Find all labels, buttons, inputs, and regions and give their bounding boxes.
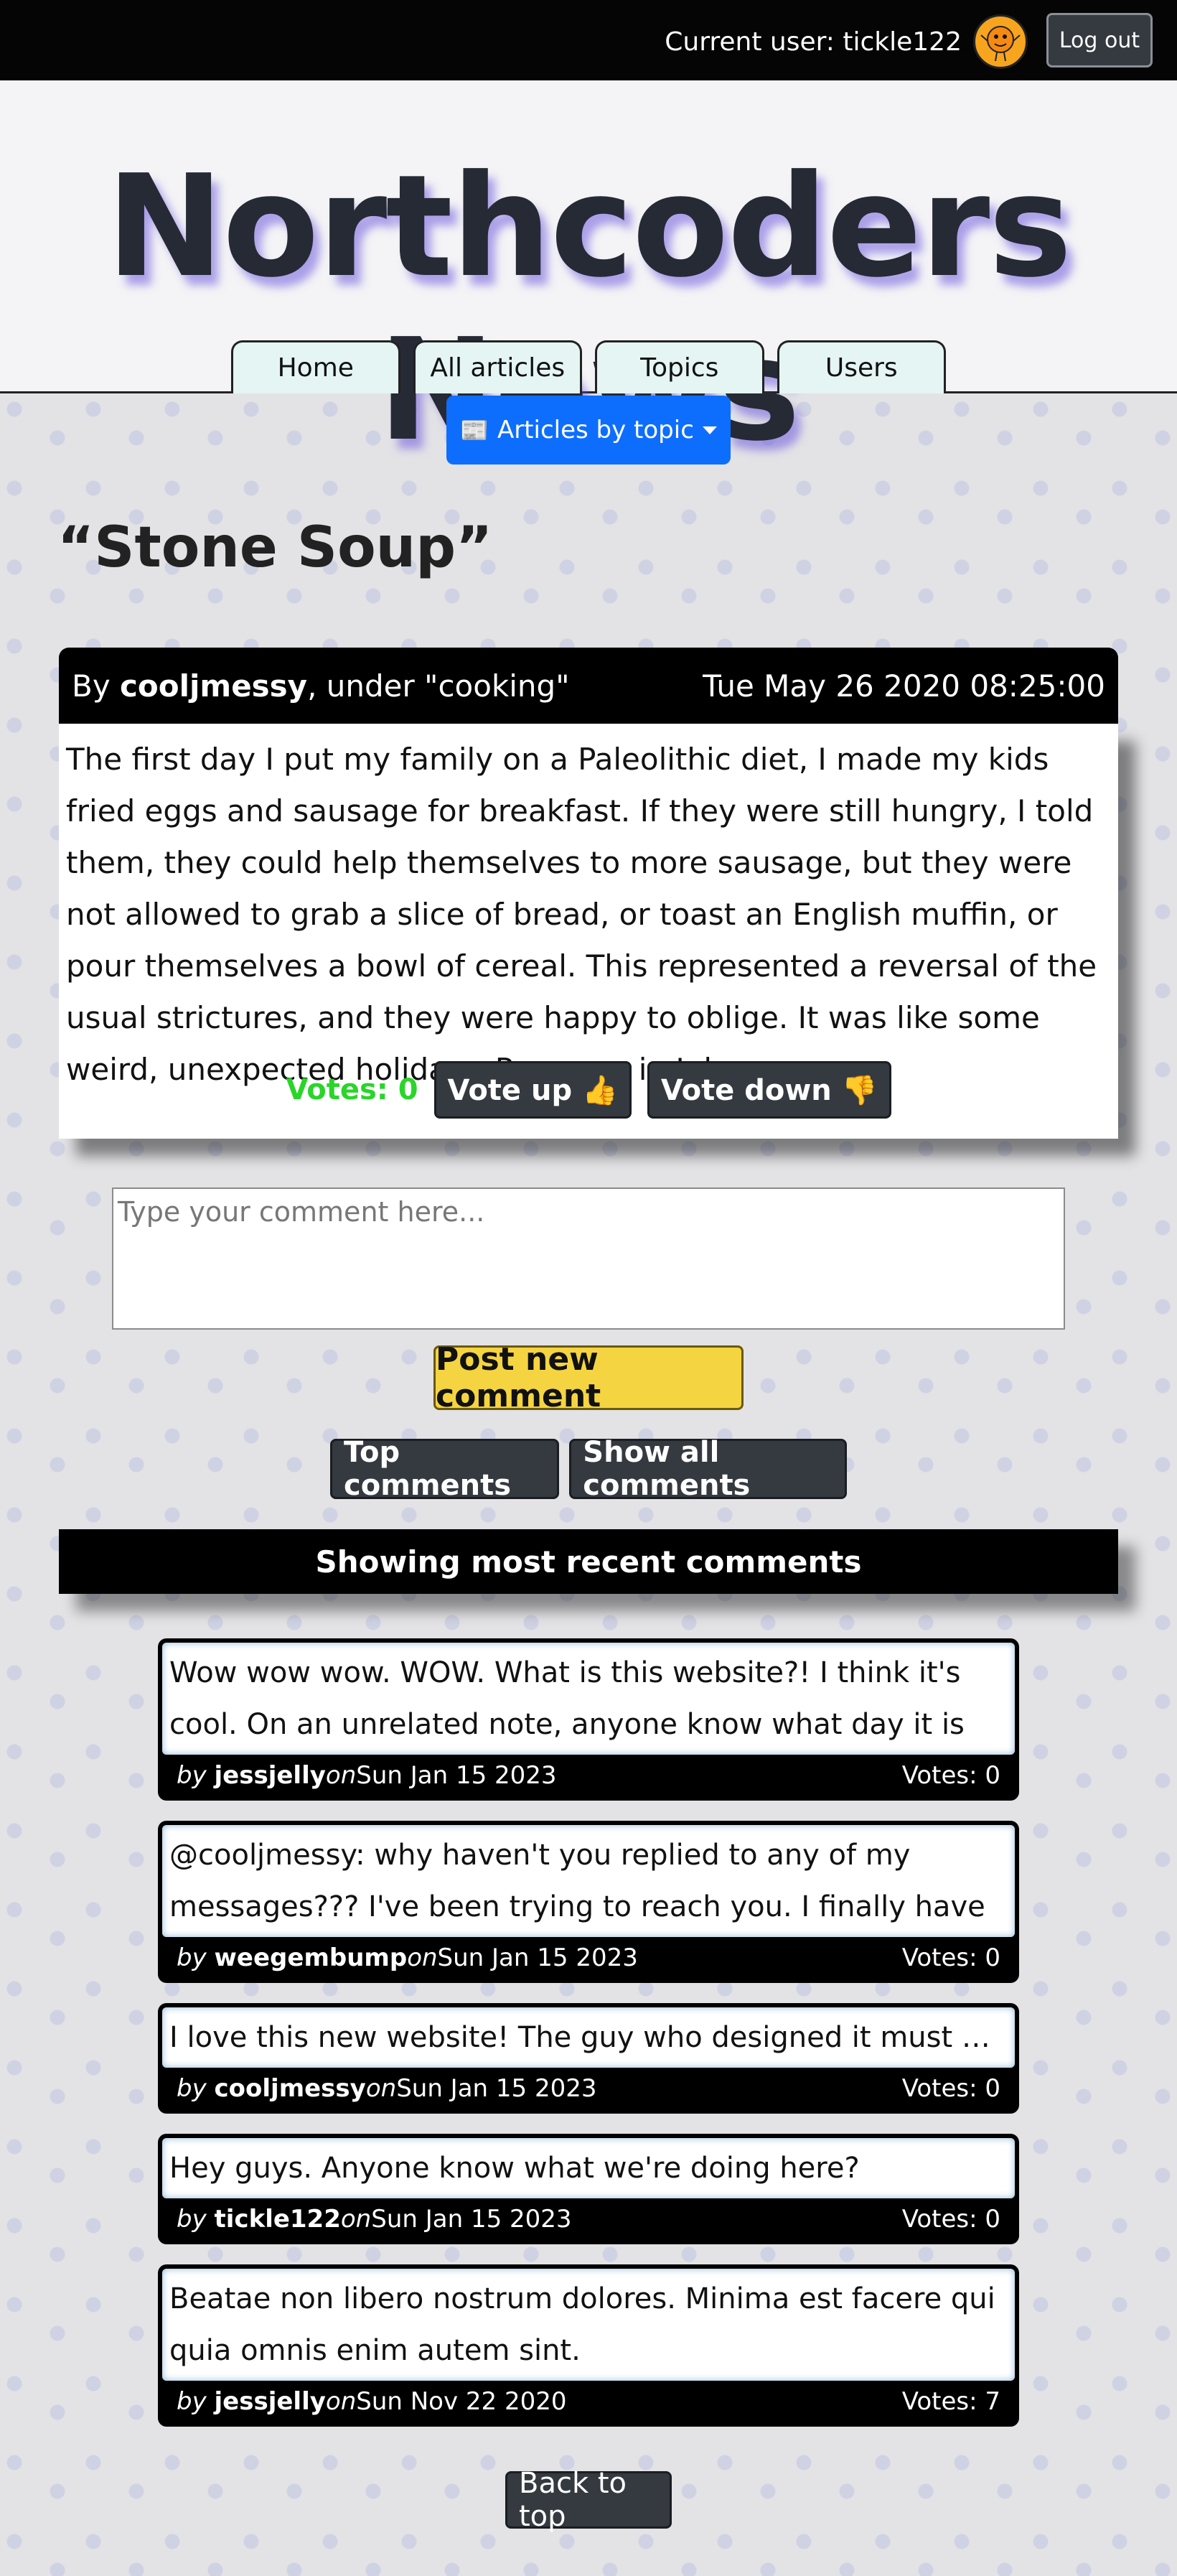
comment-body: Hey guys. Anyone know what we're doing h…: [162, 2138, 1015, 2198]
comment-date: Sun Jan 15 2023: [437, 1943, 638, 1972]
nav-tab-home[interactable]: Home: [231, 340, 400, 393]
main-nav: Home All articles Topics Users: [231, 340, 946, 393]
on-label: on: [407, 1943, 438, 1972]
comment-body: Wow wow wow. WOW. What is this website?!…: [162, 1643, 1015, 1755]
by-label: by: [177, 2074, 207, 2103]
nav-tab-all-articles[interactable]: All articles: [413, 340, 582, 393]
post-comment-button[interactable]: Post new comment: [433, 1341, 744, 1414]
article-vote-row: Votes: 0 Vote up 👍 Vote down 👎: [59, 1061, 1118, 1119]
comment-date: Sun Nov 22 2020: [356, 2387, 567, 2416]
comment-card: Wow wow wow. WOW. What is this website?!…: [158, 1638, 1019, 1801]
comment-votes: Votes: 0: [901, 2074, 1000, 2103]
comment-author[interactable]: weegembump: [215, 1943, 408, 1972]
comment-input[interactable]: Type your comment here...: [112, 1187, 1065, 1330]
newspaper-icon: 📰: [460, 416, 489, 444]
comment-meta: by weegembumponSun Jan 15 2023: [177, 1943, 638, 1972]
article-author[interactable]: cooljmessy: [120, 668, 307, 704]
vote-down-button[interactable]: Vote down 👎: [647, 1061, 891, 1119]
comment-card: Hey guys. Anyone know what we're doing h…: [158, 2134, 1019, 2244]
comment-footer: by jessjellyonSun Nov 22 2020 Votes: 7: [162, 2381, 1015, 2422]
byline-prefix: By: [72, 668, 121, 704]
article-byline: By cooljmessy, under "cooking": [72, 668, 570, 704]
article-topic: , under "cooking": [307, 668, 570, 704]
comment-footer: by jessjellyonSun Jan 15 2023 Votes: 0: [162, 1755, 1015, 1796]
comment-date: Sun Jan 15 2023: [371, 2205, 572, 2234]
comment-body: @cooljmessy: why haven't you replied to …: [162, 1825, 1015, 1937]
by-label: by: [177, 2205, 207, 2234]
comment-body: Beatae non libero nostrum dolores. Minim…: [162, 2269, 1015, 2381]
comment-card: Beatae non libero nostrum dolores. Minim…: [158, 2264, 1019, 2427]
comment-author[interactable]: tickle122: [215, 2205, 341, 2234]
on-label: on: [365, 2074, 397, 2103]
comment-votes: Votes: 0: [901, 2205, 1000, 2234]
comment-author[interactable]: jessjelly: [215, 2387, 326, 2416]
by-label: by: [177, 1761, 207, 1790]
comment-sort-controls: Top comments Show all comments: [330, 1436, 847, 1502]
article-title: “Stone Soup”: [57, 515, 493, 580]
nav-tab-users[interactable]: Users: [777, 340, 946, 393]
article-body: The first day I put my family on a Paleo…: [59, 724, 1118, 1139]
logout-button[interactable]: Log out: [1046, 13, 1153, 67]
back-to-top-button[interactable]: Back to top: [505, 2467, 672, 2533]
comments-heading: Showing most recent comments: [59, 1529, 1118, 1594]
vote-up-button[interactable]: Vote up 👍: [433, 1061, 632, 1119]
caret-down-icon: [702, 426, 717, 434]
nav-tab-topics[interactable]: Topics: [595, 340, 764, 393]
comment-body: I love this new website! The guy who des…: [162, 2007, 1015, 2068]
comment-card: @cooljmessy: why haven't you replied to …: [158, 1821, 1019, 1983]
comment-votes: Votes: 0: [901, 1943, 1000, 1972]
comment-card: I love this new website! The guy who des…: [158, 2003, 1019, 2114]
show-all-comments-button[interactable]: Show all comments: [569, 1436, 847, 1502]
comment-meta: by tickle122onSun Jan 15 2023: [177, 2205, 572, 2234]
by-label: by: [177, 2387, 207, 2416]
comment-meta: by cooljmessyonSun Jan 15 2023: [177, 2074, 597, 2103]
comment-footer: by cooljmessyonSun Jan 15 2023 Votes: 0: [162, 2068, 1015, 2109]
comment-footer: by tickle122onSun Jan 15 2023 Votes: 0: [162, 2198, 1015, 2240]
comment-date: Sun Jan 15 2023: [356, 1761, 557, 1790]
comment-author[interactable]: jessjelly: [215, 1761, 326, 1790]
comment-footer: by weegembumponSun Jan 15 2023 Votes: 0: [162, 1937, 1015, 1979]
article-date: Tue May 26 2020 08:25:00: [703, 668, 1105, 704]
comment-votes: Votes: 7: [901, 2387, 1000, 2416]
current-user-label: Current user: tickle122: [665, 27, 962, 57]
top-comments-button[interactable]: Top comments: [330, 1436, 560, 1502]
article-header: By cooljmessy, under "cooking" Tue May 2…: [59, 648, 1118, 724]
articles-by-topic-dropdown[interactable]: 📰 Articles by topic: [446, 396, 731, 465]
comment-votes: Votes: 0: [901, 1761, 1000, 1790]
user-avatar: [973, 14, 1028, 69]
comment-author[interactable]: cooljmessy: [215, 2074, 366, 2103]
by-label: by: [177, 1943, 207, 1972]
comment-meta: by jessjellyonSun Jan 15 2023: [177, 1761, 557, 1790]
article-votes-count: Votes: 0: [286, 1073, 418, 1106]
on-label: on: [325, 2387, 357, 2416]
top-bar: Current user: tickle122 Log out: [0, 0, 1177, 80]
comment-date: Sun Jan 15 2023: [396, 2074, 597, 2103]
site-header: Northcoders News Home All articles Topic…: [0, 80, 1177, 472]
topic-dropdown-label: Articles by topic: [497, 416, 694, 444]
on-label: on: [340, 2205, 372, 2234]
comment-meta: by jessjellyonSun Nov 22 2020: [177, 2387, 567, 2416]
on-label: on: [325, 1761, 357, 1790]
article-text: The first day I put my family on a Paleo…: [66, 742, 1097, 1087]
